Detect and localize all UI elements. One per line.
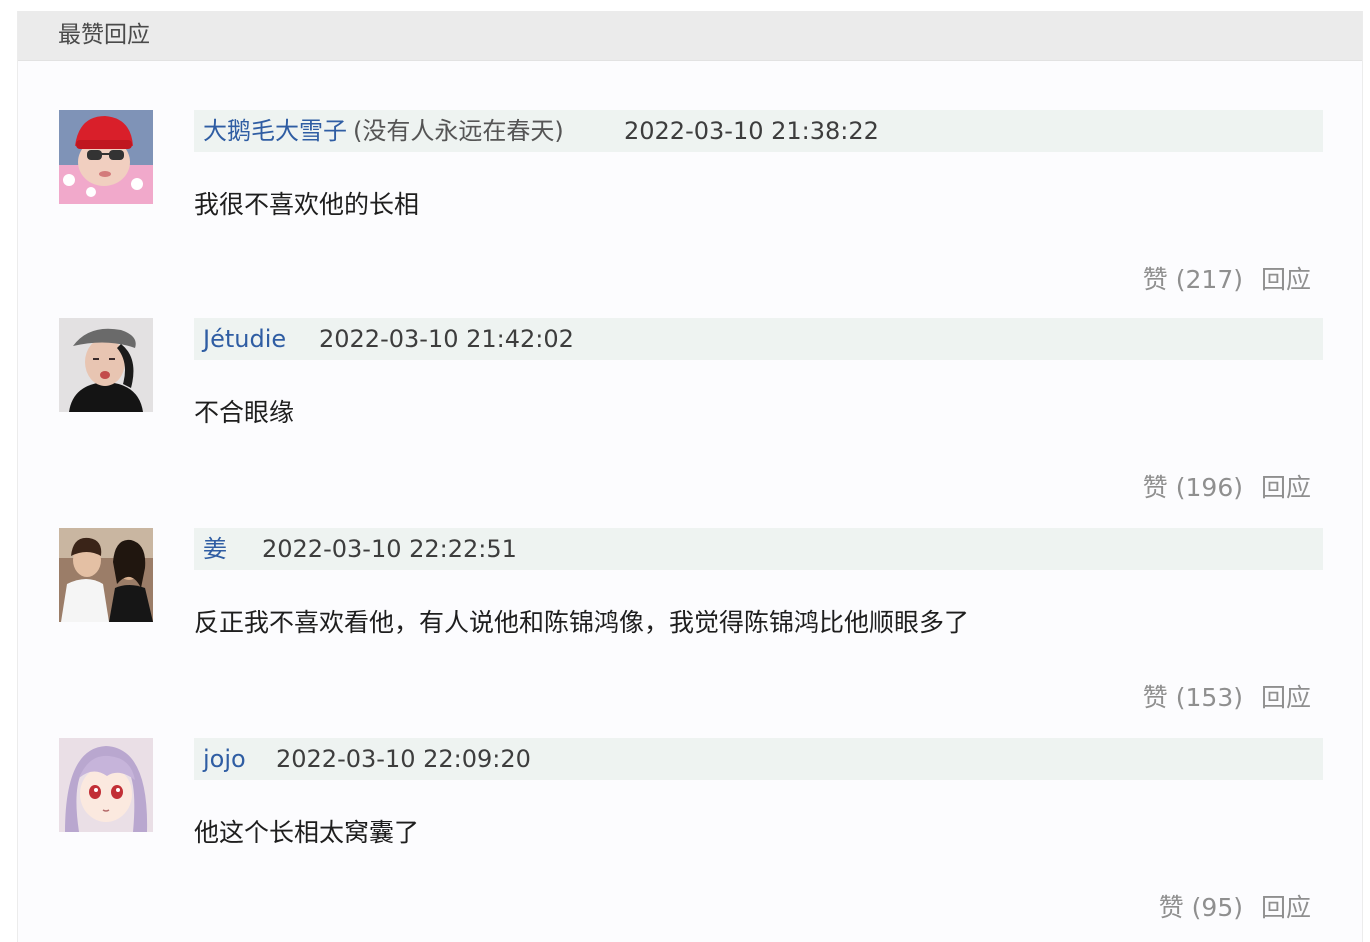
comment-item: 大鹅毛大雪子 (没有人永远在春天) 2022-03-10 21:38:22 我很不… — [18, 110, 1362, 310]
comment-actions: 赞 (153) 回应 — [1143, 683, 1311, 713]
avatar[interactable] — [59, 110, 153, 204]
reply-button[interactable]: 回应 — [1261, 473, 1311, 502]
like-label: 赞 — [1142, 473, 1168, 502]
comment-meta: jojo 2022-03-10 22:09:20 — [194, 738, 1323, 780]
comment-text: 我很不喜欢他的长相 — [194, 190, 420, 219]
avatar-image — [59, 738, 153, 832]
like-count: (196) — [1175, 473, 1243, 502]
author-link[interactable]: 姜 — [203, 535, 227, 563]
comment-text: 反正我不喜欢看他，有人说他和陈锦鸿像，我觉得陈锦鸿比他顺眼多了 — [194, 608, 970, 637]
comment-text: 不合眼缘 — [194, 398, 295, 427]
comment-item: jojo 2022-03-10 22:09:20 他这个长相太窝囊了 赞 (95… — [18, 738, 1362, 938]
like-button[interactable]: 赞 (217) — [1143, 265, 1243, 294]
comment-item: 姜 2022-03-10 22:22:51 反正我不喜欢看他，有人说他和陈锦鸿像… — [18, 528, 1362, 728]
avatar[interactable] — [59, 528, 153, 622]
like-button[interactable]: 赞 (196) — [1143, 473, 1243, 502]
author-line: 姜 — [203, 534, 227, 564]
author-signature: (没有人永远在春天) — [353, 117, 564, 145]
comment-time: 2022-03-10 22:09:20 — [276, 745, 531, 773]
avatar-image — [59, 110, 153, 204]
comment-meta: 大鹅毛大雪子 (没有人永远在春天) 2022-03-10 21:38:22 — [194, 110, 1323, 152]
like-count: (217) — [1175, 265, 1243, 294]
comment-time: 2022-03-10 21:42:02 — [319, 325, 574, 353]
avatar-image — [59, 528, 153, 622]
reply-button[interactable]: 回应 — [1261, 683, 1311, 712]
panel-header: 最赞回应 — [18, 11, 1362, 61]
avatar[interactable] — [59, 738, 153, 832]
comment-time: 2022-03-10 22:22:51 — [262, 535, 517, 563]
comment-item: Jétudie 2022-03-10 21:42:02 不合眼缘 赞 (196)… — [18, 318, 1362, 518]
author-link[interactable]: jojo — [203, 745, 246, 773]
like-button[interactable]: 赞 (153) — [1143, 683, 1243, 712]
avatar-image — [59, 318, 153, 412]
comment-meta: 姜 2022-03-10 22:22:51 — [194, 528, 1323, 570]
reply-button[interactable]: 回应 — [1261, 893, 1311, 922]
comment-meta: Jétudie 2022-03-10 21:42:02 — [194, 318, 1323, 360]
like-label: 赞 — [1142, 683, 1168, 712]
author-link[interactable]: 大鹅毛大雪子 — [203, 117, 347, 145]
panel-title: 最赞回应 — [58, 22, 150, 48]
like-label: 赞 — [1158, 893, 1184, 922]
reply-button[interactable]: 回应 — [1261, 265, 1311, 294]
like-button[interactable]: 赞 (95) — [1159, 893, 1243, 922]
author-line: jojo — [203, 744, 246, 774]
author-link[interactable]: Jétudie — [203, 325, 286, 353]
avatar[interactable] — [59, 318, 153, 412]
comment-text: 他这个长相太窝囊了 — [194, 818, 420, 847]
author-line: 大鹅毛大雪子 (没有人永远在春天) — [203, 116, 564, 146]
like-count: (95) — [1191, 893, 1243, 922]
comment-actions: 赞 (95) 回应 — [1159, 893, 1311, 923]
author-line: Jétudie — [203, 324, 286, 354]
comment-time: 2022-03-10 21:38:22 — [624, 117, 879, 145]
like-count: (153) — [1175, 683, 1243, 712]
comment-actions: 赞 (217) 回应 — [1143, 265, 1311, 295]
comment-actions: 赞 (196) 回应 — [1143, 473, 1311, 503]
like-label: 赞 — [1142, 265, 1168, 294]
top-comments-panel: 最赞回应 大鹅毛大雪子 (没有人永远在春天) 2022-03-10 21:38:… — [17, 11, 1363, 942]
